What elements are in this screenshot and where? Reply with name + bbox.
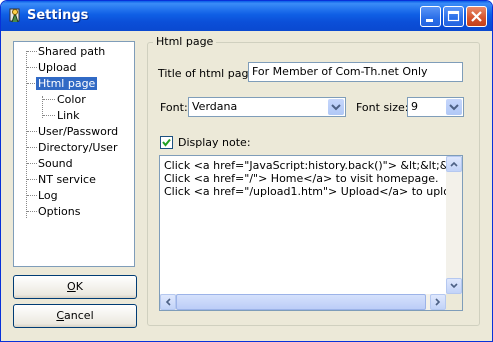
- tree-item-label: Sound: [38, 157, 73, 170]
- tree-line: [27, 131, 37, 132]
- tree-item-label: User/Password: [38, 125, 119, 138]
- minimize-icon: [426, 19, 433, 22]
- tree-item-link[interactable]: Link: [57, 109, 80, 123]
- tree-item-label: Color: [57, 93, 86, 106]
- tree-item-shared-path[interactable]: Shared path: [38, 45, 105, 59]
- tree-item-label: NT service: [38, 173, 96, 186]
- settings-tree[interactable]: Shared path Upload Html page Color Link …: [13, 41, 135, 267]
- font-dropdown-button[interactable]: [328, 99, 344, 115]
- tree-line: [27, 211, 37, 212]
- tree-item-label: Html page: [36, 77, 98, 90]
- minimize-button[interactable]: [420, 6, 441, 27]
- scroll-left-button[interactable]: [160, 294, 176, 310]
- app-icon: [9, 8, 20, 23]
- close-icon: [471, 11, 482, 22]
- tree-line: [27, 195, 37, 196]
- close-button[interactable]: [466, 6, 487, 27]
- group-title: Html page: [153, 35, 217, 48]
- tree-line: [27, 163, 37, 164]
- tree-line: [27, 147, 37, 148]
- settings-window: Settings Shared path Upload Html page Co…: [0, 0, 493, 342]
- title-input[interactable]: For Member of Com-Th.net Only: [248, 62, 463, 82]
- tree-item-color[interactable]: Color: [57, 93, 86, 107]
- tree-item-upload[interactable]: Upload: [38, 61, 77, 75]
- scroll-thumb[interactable]: [176, 294, 426, 310]
- chevron-up-icon: [450, 161, 458, 167]
- maximize-button[interactable]: [443, 6, 464, 27]
- tree-item-label: Upload: [38, 61, 77, 74]
- font-size-select[interactable]: 9: [407, 97, 464, 117]
- font-select-value: Verdana: [192, 100, 238, 113]
- tree-line: [43, 115, 55, 116]
- note-line: Click <a href="/"> Home</a> to visit hom…: [164, 172, 439, 185]
- font-size-value: 9: [411, 100, 418, 113]
- checkmark-icon: [162, 138, 171, 147]
- display-note-checkbox[interactable]: [160, 136, 173, 149]
- tree-item-nt-service[interactable]: NT service: [38, 173, 96, 187]
- chevron-down-icon: [449, 104, 459, 111]
- tree-line: [27, 67, 37, 68]
- note-line: Click <a href="/upload1.htm"> Upload</a>…: [164, 185, 463, 198]
- tree-item-label: Options: [38, 205, 81, 218]
- tree-line: [43, 99, 55, 100]
- tree-item-label: Link: [57, 109, 80, 122]
- tree-item-options[interactable]: Options: [38, 205, 80, 219]
- chevron-down-icon: [331, 104, 341, 111]
- title-label: Title of html page:: [158, 67, 259, 80]
- window-title: Settings: [27, 8, 89, 23]
- cancel-label: ancel: [64, 309, 94, 322]
- tree-item-html-page[interactable]: Html page: [36, 77, 98, 91]
- tree-line: [26, 51, 27, 218]
- tree-line: [27, 51, 37, 52]
- tree-item-user-password[interactable]: User/Password: [38, 125, 118, 139]
- scroll-right-button[interactable]: [430, 294, 446, 310]
- tree-line: [27, 179, 37, 180]
- ok-button[interactable]: OK: [13, 275, 137, 299]
- horizontal-scrollbar[interactable]: [160, 294, 446, 310]
- tree-item-sound[interactable]: Sound: [38, 157, 73, 171]
- tree-item-log[interactable]: Log: [38, 189, 58, 203]
- tree-item-label: Shared path: [38, 45, 106, 58]
- font-size-label: Font size:: [356, 101, 409, 114]
- note-textarea[interactable]: Click <a href="JavaScript:history.back()…: [159, 155, 463, 311]
- tree-item-label: Directory/User: [38, 141, 118, 154]
- font-size-dropdown-button[interactable]: [446, 99, 462, 115]
- ok-label: K: [75, 280, 83, 293]
- chevron-left-icon: [165, 298, 171, 306]
- tree-item-label: Log: [38, 189, 58, 202]
- tree-item-directory-user[interactable]: Directory/User: [38, 141, 117, 155]
- title-bar[interactable]: Settings: [1, 1, 492, 31]
- ok-accelerator: O: [67, 280, 76, 293]
- cancel-accelerator: C: [56, 309, 65, 322]
- display-note-label: Display note:: [178, 136, 251, 149]
- font-select[interactable]: Verdana: [188, 97, 346, 117]
- vertical-scrollbar[interactable]: [446, 156, 462, 294]
- scroll-up-button[interactable]: [446, 156, 462, 172]
- scroll-down-button[interactable]: [446, 278, 462, 294]
- font-label: Font:: [160, 101, 188, 114]
- maximize-icon: [447, 10, 460, 22]
- chevron-right-icon: [435, 298, 441, 306]
- chevron-down-icon: [450, 283, 458, 289]
- note-line: Click <a href="JavaScript:history.back()…: [164, 159, 462, 172]
- cancel-button[interactable]: Cancel: [13, 304, 137, 328]
- scroll-corner: [446, 294, 462, 310]
